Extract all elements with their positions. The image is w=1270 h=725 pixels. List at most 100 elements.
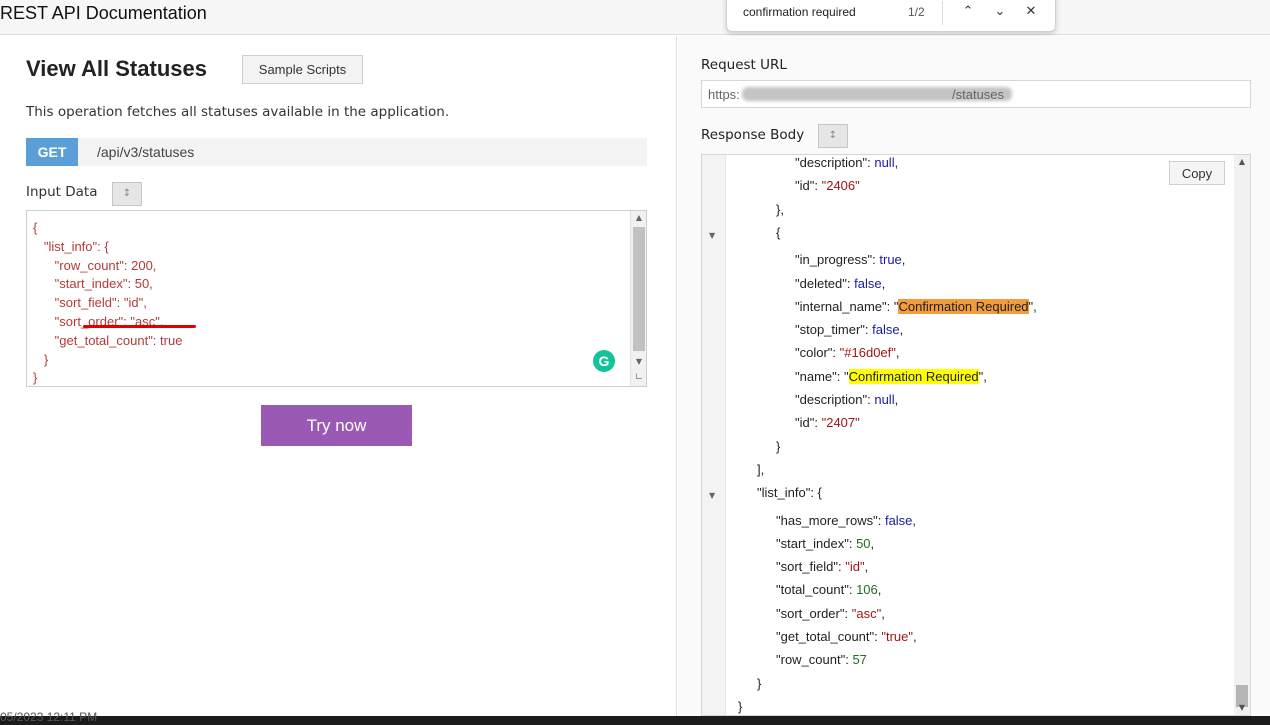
response-line: "id": "2406" [795,178,860,201]
response-line: "start_index": 50, [776,536,874,559]
input-editor[interactable]: { "list_info": { "row_count": 200, "star… [26,210,647,387]
chevron-down-icon[interactable]: ⌄ [989,1,1011,23]
response-line: "in_progress": true, [795,252,905,275]
code-token: }, [776,201,784,217]
response-line: "list_info": { [757,485,822,508]
code-token: , [895,345,900,361]
sample-scripts-button[interactable]: Sample Scripts [242,55,363,84]
response-line: } [757,676,761,699]
code-token: : " [836,368,849,384]
fold-toggle-icon[interactable]: ▼ [709,231,715,240]
code-token: "name" [795,368,837,384]
window-title: REST API Documentation [0,3,207,23]
method-badge: GET [26,138,78,166]
search-highlight: Confirmation Required [848,368,979,384]
code-token: } [738,698,743,714]
input-scrollbar[interactable]: ▲ ▼ [630,211,646,386]
code-token: , [881,275,886,291]
code-token: : { [810,485,822,501]
code-token: ", [1028,298,1037,314]
code-token: , [864,559,869,575]
response-line: "stop_timer": false, [795,322,903,345]
code-token: "deleted" [795,275,847,291]
response-line: "color": "#16d0ef", [795,345,900,368]
code-token: , [901,252,906,268]
code-token: "in_progress" [795,252,873,268]
request-url-field[interactable]: https: /statuses [701,80,1251,108]
code-token: , [894,392,899,407]
response-line: } [776,439,780,462]
endpoint-path: /api/v3/statuses [97,144,195,160]
title-bar: REST API Documentation [0,0,1270,35]
find-query[interactable]: confirmation required [743,5,856,19]
response-line: { [776,225,780,248]
code-token: "description" [795,155,868,170]
request-url-suffix: /statuses [952,87,1005,102]
response-body[interactable]: ▼ ▼ "description": null, "id": "2406"},{"i… [701,154,1251,716]
code-token: false [872,322,900,338]
response-line: "deleted": false, [795,276,885,299]
request-url-prefix: https: [708,87,740,102]
input-data-label: Input Data [26,184,98,200]
code-token: , [881,605,885,621]
code-token: : [848,535,857,551]
code-token: 57 [852,652,867,668]
response-scrollbar[interactable]: ▲ ▼ [1234,155,1250,715]
search-highlight: Confirmation Required [898,298,1029,314]
response-line: "has_more_rows": false, [776,513,916,536]
code-token: "2406" [821,178,860,194]
response-line: "get_total_count": "true", [776,629,917,652]
code-token: "#16d0ef" [839,345,896,361]
code-token: ], [757,461,765,477]
resize-handle-icon[interactable]: ∟ [635,372,643,383]
code-token: "list_info" [757,485,811,501]
code-token: , [899,322,904,338]
collapse-icon[interactable]: ↕ [112,182,142,206]
find-bar[interactable]: confirmation required 1/2 ⌃ ⌄ ✕ [726,0,1056,32]
scroll-up-icon[interactable]: ▲ [1234,155,1250,169]
scroll-up-icon[interactable]: ▲ [631,211,647,225]
scroll-down-icon[interactable]: ▼ [1234,701,1250,715]
response-panel: Request URL https: /statuses Response Bo… [678,36,1270,716]
collapse-icon[interactable]: ↕ [818,124,848,148]
close-icon[interactable]: ✕ [1020,1,1042,23]
code-token: "get_total_count" [776,629,875,644]
code-token: "id" [845,559,865,575]
taskbar: 05/2023 12:11 PM [0,710,1270,725]
code-token: "start_index" [776,535,849,551]
code-token: "internal_name" [795,298,887,314]
code-token: "2407" [821,415,860,431]
code-token: "id" [795,178,815,194]
fold-toggle-icon[interactable]: ▼ [709,491,715,500]
code-token: "asc" [851,605,882,621]
response-line: "total_count": 106, [776,582,881,605]
operation-description: This operation fetches all statuses avai… [26,104,450,120]
code-token: , [912,512,917,528]
scroll-thumb[interactable] [633,227,645,351]
input-code[interactable]: { "list_info": { "row_count": 200, "star… [33,219,182,388]
code-token: false [854,275,882,291]
grammarly-icon[interactable]: G [593,350,615,372]
code-token: null [874,155,895,170]
response-line: "row_count": 57 [776,652,867,675]
code-token: "true" [881,629,914,644]
code-token: 106 [856,582,878,598]
code-token: "has_more_rows" [776,512,878,528]
response-line: "sort_order": "asc", [776,606,885,629]
response-line: ], [757,462,764,485]
code-token: "sort_field" [776,559,838,575]
code-token: "row_count" [776,652,846,668]
code-token: } [776,438,781,454]
code-token: : [848,582,857,598]
scroll-down-icon[interactable]: ▼ [631,355,647,369]
response-line: "description": null, [795,392,898,415]
find-separator [942,1,943,25]
response-line: } [738,698,743,715]
copy-button[interactable]: Copy [1169,161,1225,185]
code-token: "stop_timer" [795,322,865,338]
code-token: "description" [795,392,868,407]
code-token: : " [886,298,899,314]
chevron-up-icon[interactable]: ⌃ [957,1,979,23]
try-now-button[interactable]: Try now [261,405,412,446]
code-token: : [877,512,885,528]
